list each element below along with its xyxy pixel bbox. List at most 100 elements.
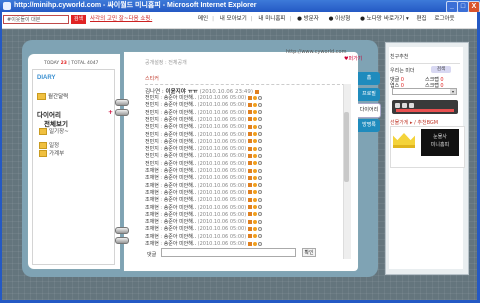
delete-icon[interactable] <box>258 190 263 195</box>
reply-icon[interactable] <box>248 219 253 224</box>
comment-author[interactable]: 전민지 <box>145 153 159 159</box>
secret-icon[interactable] <box>253 197 258 202</box>
add-category-button[interactable]: + <box>108 109 113 116</box>
search-button[interactable]: 검색 <box>71 15 86 24</box>
secret-icon[interactable] <box>253 153 258 158</box>
reply-icon[interactable] <box>248 110 253 115</box>
secret-icon[interactable] <box>253 132 258 136</box>
secret-icon[interactable] <box>253 117 258 122</box>
secret-icon[interactable] <box>253 241 258 246</box>
delete-icon[interactable] <box>258 205 263 209</box>
secret-icon[interactable] <box>253 102 258 107</box>
search-input[interactable]: #이웃들이 대본 <box>3 15 69 24</box>
comment-author[interactable]: 조재현 <box>145 190 159 196</box>
comment-author[interactable]: 조재현 <box>145 197 159 203</box>
reply-icon[interactable] <box>248 146 253 151</box>
tab-guestbook[interactable]: 방명록 <box>358 119 380 132</box>
secret-icon[interactable] <box>253 212 258 217</box>
reply-icon[interactable] <box>248 124 253 129</box>
comment-author[interactable]: 조재현 <box>145 226 159 232</box>
comment-author[interactable]: 전민지 <box>145 117 159 123</box>
delete-icon[interactable] <box>258 234 263 239</box>
menu-account-book[interactable]: 가계부 <box>39 149 64 157</box>
comment-author[interactable]: 전민지 <box>145 110 159 116</box>
secret-icon[interactable] <box>253 183 258 188</box>
delete-icon[interactable] <box>258 226 263 231</box>
reply-icon[interactable] <box>248 117 253 122</box>
logout-link[interactable]: 로그아웃 <box>434 16 454 22</box>
reply-icon[interactable] <box>248 139 253 144</box>
comment-author[interactable]: 전민지 <box>145 132 159 138</box>
bgm-select[interactable]: ▾ <box>392 88 457 95</box>
reply-icon[interactable] <box>248 168 253 173</box>
tab-diary[interactable]: 다이어리 <box>358 103 381 118</box>
scroll-thumb[interactable] <box>344 112 349 182</box>
comment-author[interactable]: 조재현 <box>145 212 159 218</box>
secret-icon[interactable] <box>253 205 258 209</box>
reply-icon[interactable] <box>248 241 253 246</box>
delete-icon[interactable] <box>258 175 263 180</box>
reply-input[interactable] <box>161 248 296 257</box>
comment-author[interactable]: 조재현 <box>145 168 159 174</box>
nav-main[interactable]: 메인 <box>198 16 208 22</box>
friend-search-button[interactable]: 검색 <box>431 66 451 73</box>
reply-icon[interactable] <box>248 197 253 202</box>
delete-icon[interactable] <box>258 95 263 100</box>
secret-icon[interactable] <box>253 124 258 129</box>
secret-icon[interactable] <box>253 190 258 195</box>
gift-shop-link[interactable]: 선물가게 ▸ / 추천BGM <box>390 119 438 126</box>
reply-icon[interactable] <box>248 183 253 188</box>
secret-icon[interactable] <box>253 175 258 180</box>
secret-icon[interactable] <box>253 95 258 100</box>
menu-monthly-calendar[interactable]: 월간달력 <box>37 92 68 100</box>
comment-author[interactable]: 전민지 <box>145 161 159 167</box>
secret-icon[interactable] <box>253 161 258 166</box>
tab-profile[interactable]: 프로필 <box>358 88 380 101</box>
secret-icon[interactable] <box>253 168 258 173</box>
secret-icon[interactable] <box>253 146 258 151</box>
reply-icon[interactable] <box>248 212 253 217</box>
reply-icon[interactable] <box>248 226 253 231</box>
secret-icon[interactable] <box>253 110 258 115</box>
reply-icon[interactable] <box>248 190 253 195</box>
delete-icon[interactable] <box>258 219 263 224</box>
reply-icon[interactable] <box>248 234 253 239</box>
reply-icon[interactable] <box>248 205 253 209</box>
delete-icon[interactable] <box>258 197 263 202</box>
comment-author[interactable]: 조재현 <box>145 175 159 181</box>
visitor-link-1[interactable]: ● 방문자 <box>297 16 323 22</box>
comment-author[interactable]: 조재현 <box>145 241 159 247</box>
reply-icon[interactable] <box>248 161 253 166</box>
homepage-url[interactable]: http://www.cyworld.com <box>286 49 346 55</box>
delete-icon[interactable] <box>258 241 263 246</box>
delete-icon[interactable] <box>258 161 263 166</box>
delete-icon[interactable] <box>258 132 263 136</box>
nav-collection[interactable]: 내 모아보기 <box>220 16 247 22</box>
reply-icon[interactable] <box>248 95 253 100</box>
comment-author[interactable]: 전민지 <box>145 95 159 101</box>
edit-link[interactable]: 편집 <box>417 16 427 22</box>
delete-icon[interactable] <box>258 168 263 173</box>
stop-icon[interactable] <box>402 103 407 108</box>
bgm-progress-bar[interactable] <box>396 109 454 112</box>
secret-icon[interactable] <box>253 139 258 144</box>
scrap-link[interactable]: ♥퍼가기 <box>344 55 362 62</box>
delete-icon[interactable] <box>258 153 263 158</box>
play-icon[interactable] <box>395 103 400 108</box>
comment-author[interactable]: 조재현 <box>145 183 159 189</box>
category-journal[interactable]: 일기장~ <box>39 127 69 135</box>
profile-image[interactable]: 눈물사 미니홈피 <box>421 129 459 156</box>
secret-icon[interactable] <box>253 226 258 231</box>
secret-icon[interactable] <box>253 219 258 224</box>
reply-icon[interactable] <box>248 102 253 107</box>
delete-icon[interactable] <box>258 102 263 107</box>
reply-icon[interactable] <box>248 132 253 136</box>
delete-icon[interactable] <box>258 110 263 115</box>
visitor-link-2[interactable]: ● 이상형 <box>329 16 355 22</box>
reply-submit-button[interactable]: 확인 <box>302 248 316 257</box>
delete-icon[interactable] <box>258 183 263 188</box>
reply-icon[interactable] <box>254 89 259 94</box>
delete-icon[interactable] <box>258 146 263 151</box>
comment-author[interactable]: 전민지 <box>145 124 159 130</box>
tab-home[interactable]: 홈 <box>358 72 380 85</box>
